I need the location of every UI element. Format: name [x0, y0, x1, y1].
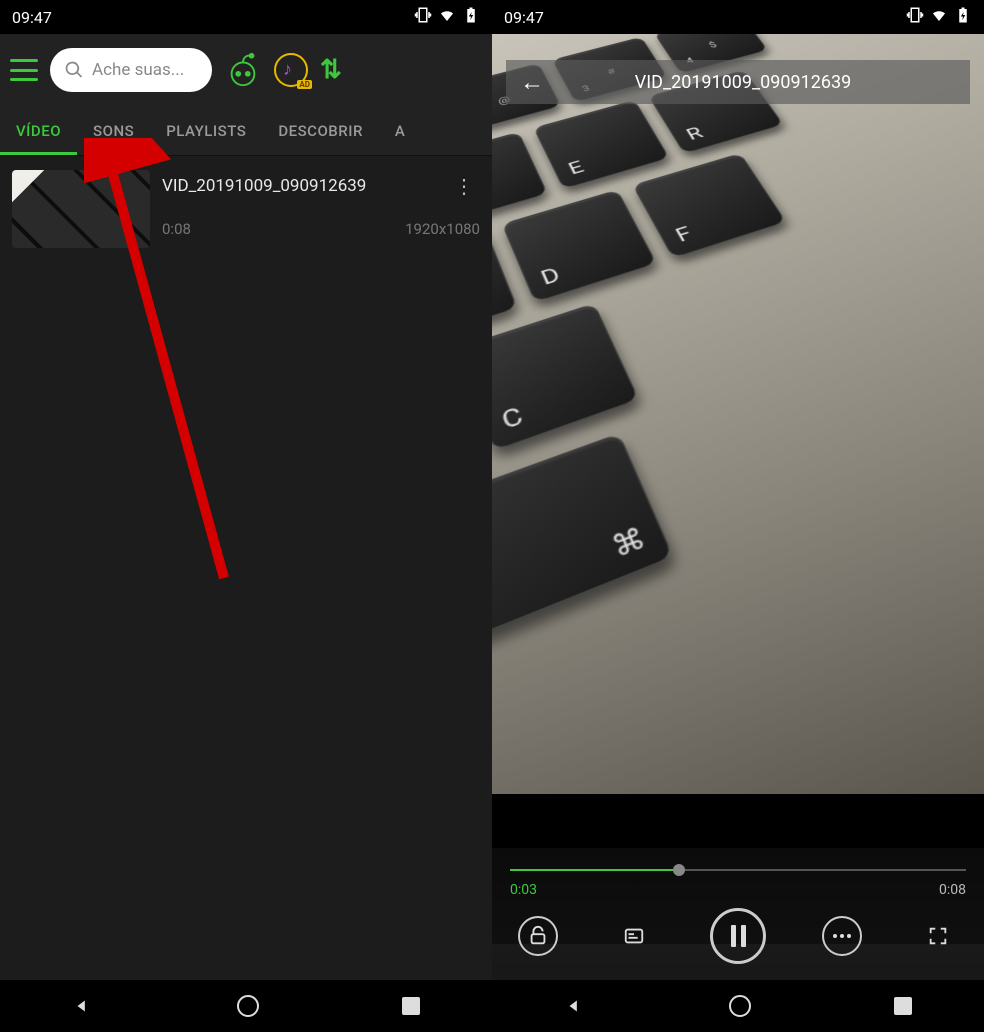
tab-video[interactable]: VÍDEO	[0, 106, 77, 155]
tab-descobrir[interactable]: DESCOBRIR	[262, 106, 379, 155]
tab-sons[interactable]: SONS	[77, 106, 150, 155]
status-bar: 09:47	[492, 0, 984, 34]
battery-icon	[462, 6, 480, 28]
pause-button[interactable]	[710, 908, 766, 964]
nav-recents-icon[interactable]	[402, 997, 420, 1015]
tab-overflow[interactable]: A	[379, 106, 421, 155]
music-ad-icon[interactable]: ♪AD	[274, 53, 308, 87]
clock: 09:47	[504, 8, 544, 27]
nav-bar	[0, 980, 492, 1032]
player-title: VID_20191009_090912639	[560, 72, 926, 93]
video-item[interactable]: VID_20191009_090912639 ⋮ 0:08 1920x1080	[0, 156, 492, 262]
clock: 09:47	[12, 8, 52, 27]
time-duration: 0:08	[939, 882, 966, 898]
vibrate-icon	[414, 6, 432, 28]
transfer-icon[interactable]: ⇅	[320, 55, 342, 85]
player-header: ← VID_20191009_090912639	[506, 60, 970, 104]
video-frame: !1@2#3$4 QWER ASDF ZXC command⌘	[492, 34, 984, 794]
video-title: VID_20191009_090912639	[162, 176, 366, 196]
status-bar: 09:47	[0, 0, 492, 34]
app-topbar: Ache suas... ♪AD ⇅	[0, 34, 492, 106]
vibrate-icon	[906, 6, 924, 28]
video-duration: 0:08	[162, 220, 191, 238]
nav-back-icon[interactable]	[564, 995, 586, 1017]
fullscreen-button[interactable]	[918, 916, 958, 956]
tab-playlists[interactable]: PLAYLISTS	[150, 106, 262, 155]
nav-back-icon[interactable]	[72, 995, 94, 1017]
menu-icon[interactable]	[10, 59, 38, 81]
subtitle-button[interactable]	[614, 916, 654, 956]
seek-bar[interactable]	[510, 862, 966, 878]
more-icon[interactable]: ⋮	[448, 170, 480, 202]
tab-bar: VÍDEO SONS PLAYLISTS DESCOBRIR A	[0, 106, 492, 156]
robot-icon[interactable]	[224, 51, 262, 89]
wifi-icon	[438, 6, 456, 28]
nav-home-icon[interactable]	[237, 995, 259, 1017]
video-player[interactable]: !1@2#3$4 QWER ASDF ZXC command⌘ ← VID_20…	[492, 34, 984, 980]
time-current: 0:03	[510, 882, 537, 898]
player-controls: 0:03 0:08	[492, 848, 984, 980]
video-thumbnail	[12, 170, 150, 248]
back-icon[interactable]: ←	[520, 68, 544, 97]
more-button[interactable]	[822, 916, 862, 956]
video-list: VID_20191009_090912639 ⋮ 0:08 1920x1080	[0, 156, 492, 262]
search-input[interactable]: Ache suas...	[50, 48, 212, 92]
lock-button[interactable]	[518, 916, 558, 956]
nav-bar	[492, 980, 984, 1032]
nav-home-icon[interactable]	[729, 995, 751, 1017]
video-resolution: 1920x1080	[405, 220, 480, 238]
nav-recents-icon[interactable]	[894, 997, 912, 1015]
search-icon	[64, 60, 84, 80]
battery-icon	[954, 6, 972, 28]
search-placeholder: Ache suas...	[92, 60, 184, 80]
wifi-icon	[930, 6, 948, 28]
